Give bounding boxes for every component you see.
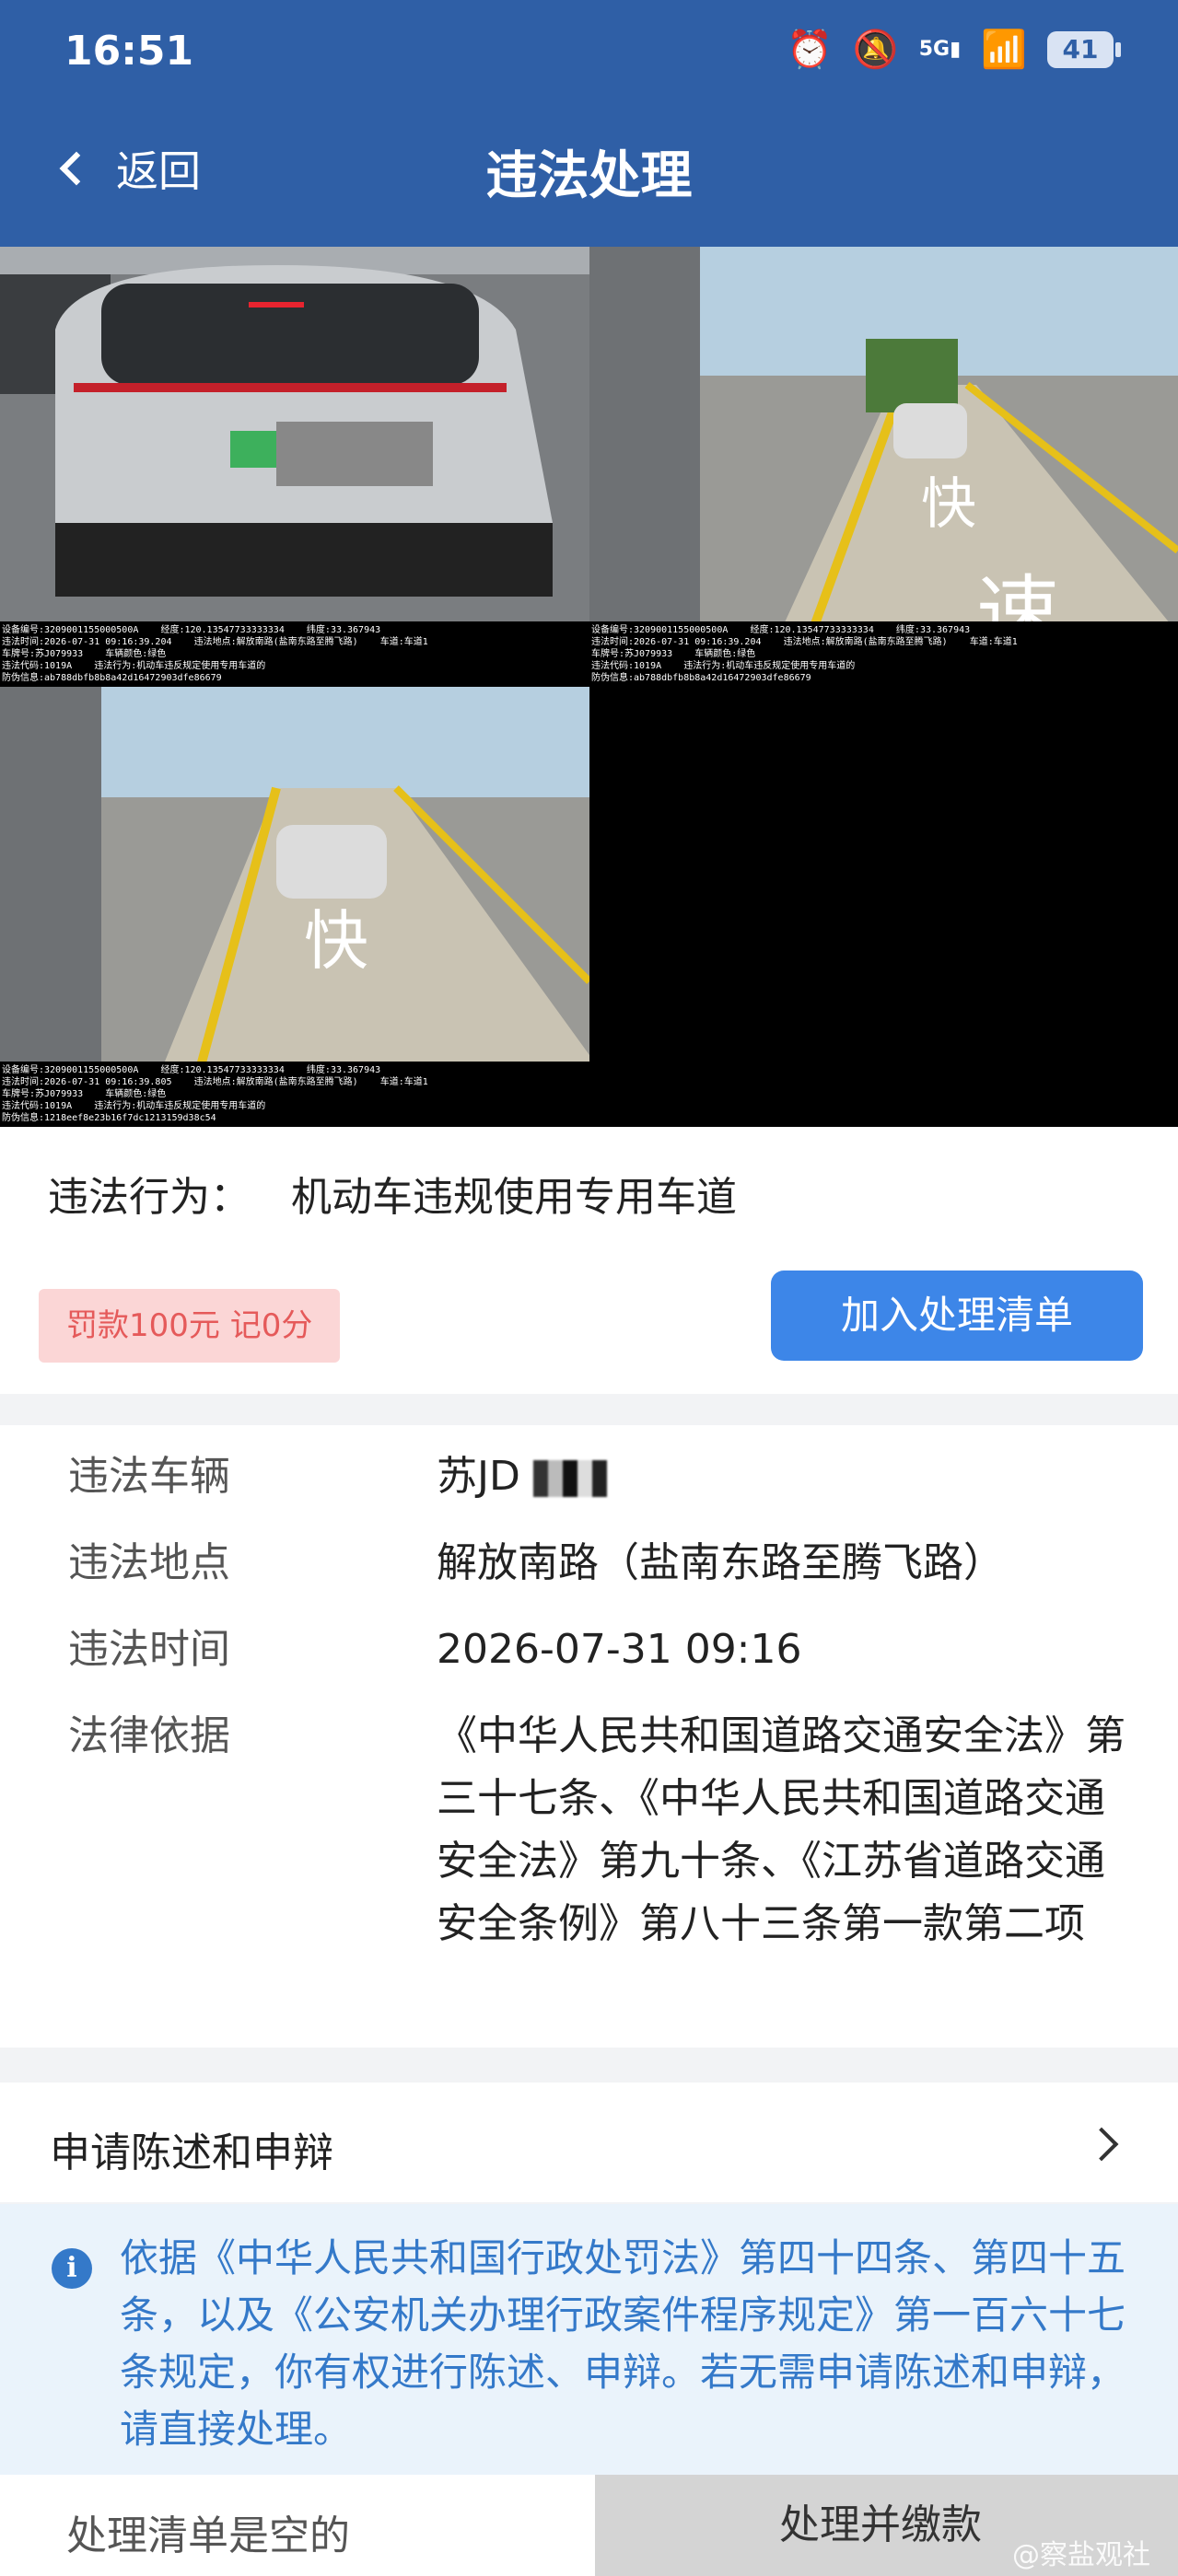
plate-blur (532, 1460, 607, 1497)
appeal-row[interactable]: 申请陈述和申辩 (0, 2083, 1178, 2202)
signal-icon: 5G▮ (918, 37, 962, 61)
page-title: 违法处理 (485, 146, 693, 206)
detail-key: 违法地点 (68, 1539, 230, 1586)
status-time: 16:51 (64, 28, 194, 75)
legal-notice: i 依据《中华人民共和国行政处罚法》第四十四条、第四十五条，以及《公安机关办理行… (0, 2204, 1178, 2475)
detail-key: 法律依据 (68, 1712, 230, 1759)
appeal-label: 申请陈述和申辩 (50, 2129, 333, 2176)
detail-row-law: 法律依据 《中华人民共和国道路交通安全法》第三十七条、《中华人民共和国道路交通安… (68, 1705, 1137, 1955)
alarm-icon: ⏰ (787, 29, 833, 71)
violation-details: 违法车辆 苏JD 违法地点 解放南路（盐南东路至腾飞路） 违法时间 2026-0… (0, 1425, 1178, 2048)
photo-2-caption: 设备编号:3209001155000500A 经度:120.1354773333… (589, 621, 1178, 687)
detail-row-time: 违法时间 2026-07-31 09:16 (68, 1619, 1137, 1681)
list-empty-label: 处理清单是空的 (66, 2512, 350, 2559)
fine-badge: 罚款100元 记0分 (39, 1289, 341, 1363)
mute-icon: 🔕 (852, 29, 899, 71)
evidence-photo-2[interactable]: 快 速 设备编号:3209001155000500A 经度:120.135477… (589, 247, 1178, 687)
violation-behavior: 违法行为： 机动车违规使用专用车道 (48, 1164, 737, 1223)
info-icon: i (52, 2248, 92, 2289)
photo-1-caption: 设备编号:3209001155000500A 经度:120.1354773333… (0, 621, 589, 687)
photo-3-caption: 设备编号:3209001155000500A 经度:120.1354773333… (0, 1062, 589, 1127)
evidence-photo-3[interactable]: 快 设备编号:3209001155000500A 经度:120.13547733… (0, 687, 589, 1127)
evidence-photo-1[interactable]: 设备编号:3209001155000500A 经度:120.1354773333… (0, 247, 589, 687)
chevron-right-icon (1084, 2127, 1119, 2162)
battery-icon: 41 (1047, 30, 1121, 68)
detail-value: 《中华人民共和国道路交通安全法》第三十七条、《中华人民共和国道路交通安全法》第九… (437, 1712, 1126, 1947)
svg-text:快: 快 (304, 903, 368, 979)
detail-row-location: 违法地点 解放南路（盐南东路至腾飞路） (68, 1532, 1137, 1595)
detail-value: 解放南路（盐南东路至腾飞路） (437, 1539, 1004, 1586)
wifi-icon: 📶 (981, 29, 1027, 71)
violation-behavior-value: 机动车违规使用专用车道 (291, 1174, 737, 1221)
detail-key: 违法时间 (68, 1626, 230, 1673)
violation-summary: 违法行为： 机动车违规使用专用车道 罚款100元 记0分 加入处理清单 (0, 1127, 1178, 1394)
status-icons: ⏰ 🔕 5G▮ 📶 41 (787, 28, 1121, 71)
detail-key: 违法车辆 (68, 1453, 230, 1500)
detail-value: 2026-07-31 09:16 (437, 1626, 802, 1673)
notice-text: 依据《中华人民共和国行政处罚法》第四十四条、第四十五条，以及《公安机关办理行政案… (120, 2235, 1126, 2452)
evidence-photos: 设备编号:3209001155000500A 经度:120.1354773333… (0, 247, 1178, 1127)
add-to-list-button[interactable]: 加入处理清单 (771, 1271, 1143, 1361)
watermark: @察盐观社 (1012, 2539, 1150, 2571)
detail-row-vehicle: 违法车辆 苏JD (68, 1445, 1137, 1508)
violation-behavior-label: 违法行为： (48, 1174, 251, 1221)
app-header: 16:51 ⏰ 🔕 5G▮ 📶 41 返回 违法处理 (0, 0, 1178, 247)
bottom-bar: 处理清单是空的 处理并缴款 (0, 2475, 1178, 2576)
detail-value: 苏JD (437, 1445, 1137, 1508)
svg-text:快: 快 (921, 472, 976, 537)
